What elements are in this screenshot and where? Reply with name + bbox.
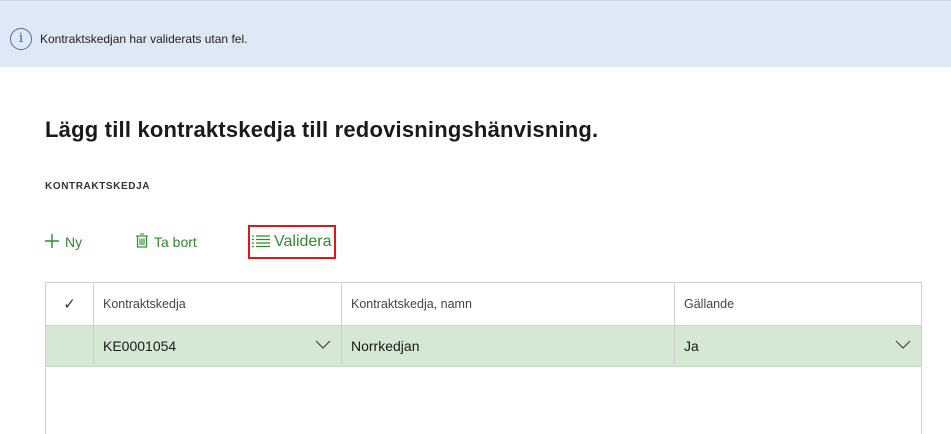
chevron-down-icon[interactable] — [895, 340, 911, 350]
current-dropdown[interactable]: Ja — [675, 326, 921, 366]
table-row[interactable]: KE0001054 Norrkedjan Ja — [46, 326, 921, 367]
delete-button[interactable]: Ta bort — [136, 228, 197, 256]
grid-header: ✓ Kontraktskedja Kontraktskedja, namn Gä… — [46, 282, 921, 326]
section-label: KONTRAKTSKEDJA — [45, 181, 151, 192]
chain-dropdown[interactable]: KE0001054 — [94, 326, 342, 366]
name-field[interactable]: Norrkedjan — [342, 326, 675, 366]
column-header-name[interactable]: Kontraktskedja, namn — [342, 283, 675, 325]
new-button[interactable]: Ny — [45, 228, 82, 256]
trash-icon — [136, 233, 148, 251]
contract-chain-grid: ✓ Kontraktskedja Kontraktskedja, namn Gä… — [45, 282, 922, 434]
select-all-checkbox[interactable]: ✓ — [46, 283, 94, 325]
plus-icon — [45, 233, 59, 251]
info-message: Kontraktskedjan har validerats utan fel. — [40, 32, 248, 46]
list-check-icon — [252, 234, 270, 251]
validate-button-label: Validera — [274, 233, 332, 250]
row-selector[interactable] — [46, 326, 94, 366]
page-title: Lägg till kontraktskedja till redovisnin… — [45, 117, 599, 142]
chevron-down-icon[interactable] — [315, 340, 331, 350]
new-button-label: Ny — [65, 234, 83, 250]
column-header-chain[interactable]: Kontraktskedja — [94, 283, 342, 325]
info-icon: i — [10, 28, 32, 50]
chain-value: KE0001054 — [103, 338, 177, 354]
checkmark-icon: ✓ — [63, 296, 76, 313]
delete-button-label: Ta bort — [154, 234, 197, 250]
validate-button[interactable]: Validera — [248, 225, 336, 259]
column-header-current[interactable]: Gällande — [675, 283, 921, 325]
current-value: Ja — [684, 338, 699, 354]
name-value: Norrkedjan — [351, 338, 420, 354]
info-bar: i Kontraktskedjan har validerats utan fe… — [0, 0, 951, 67]
